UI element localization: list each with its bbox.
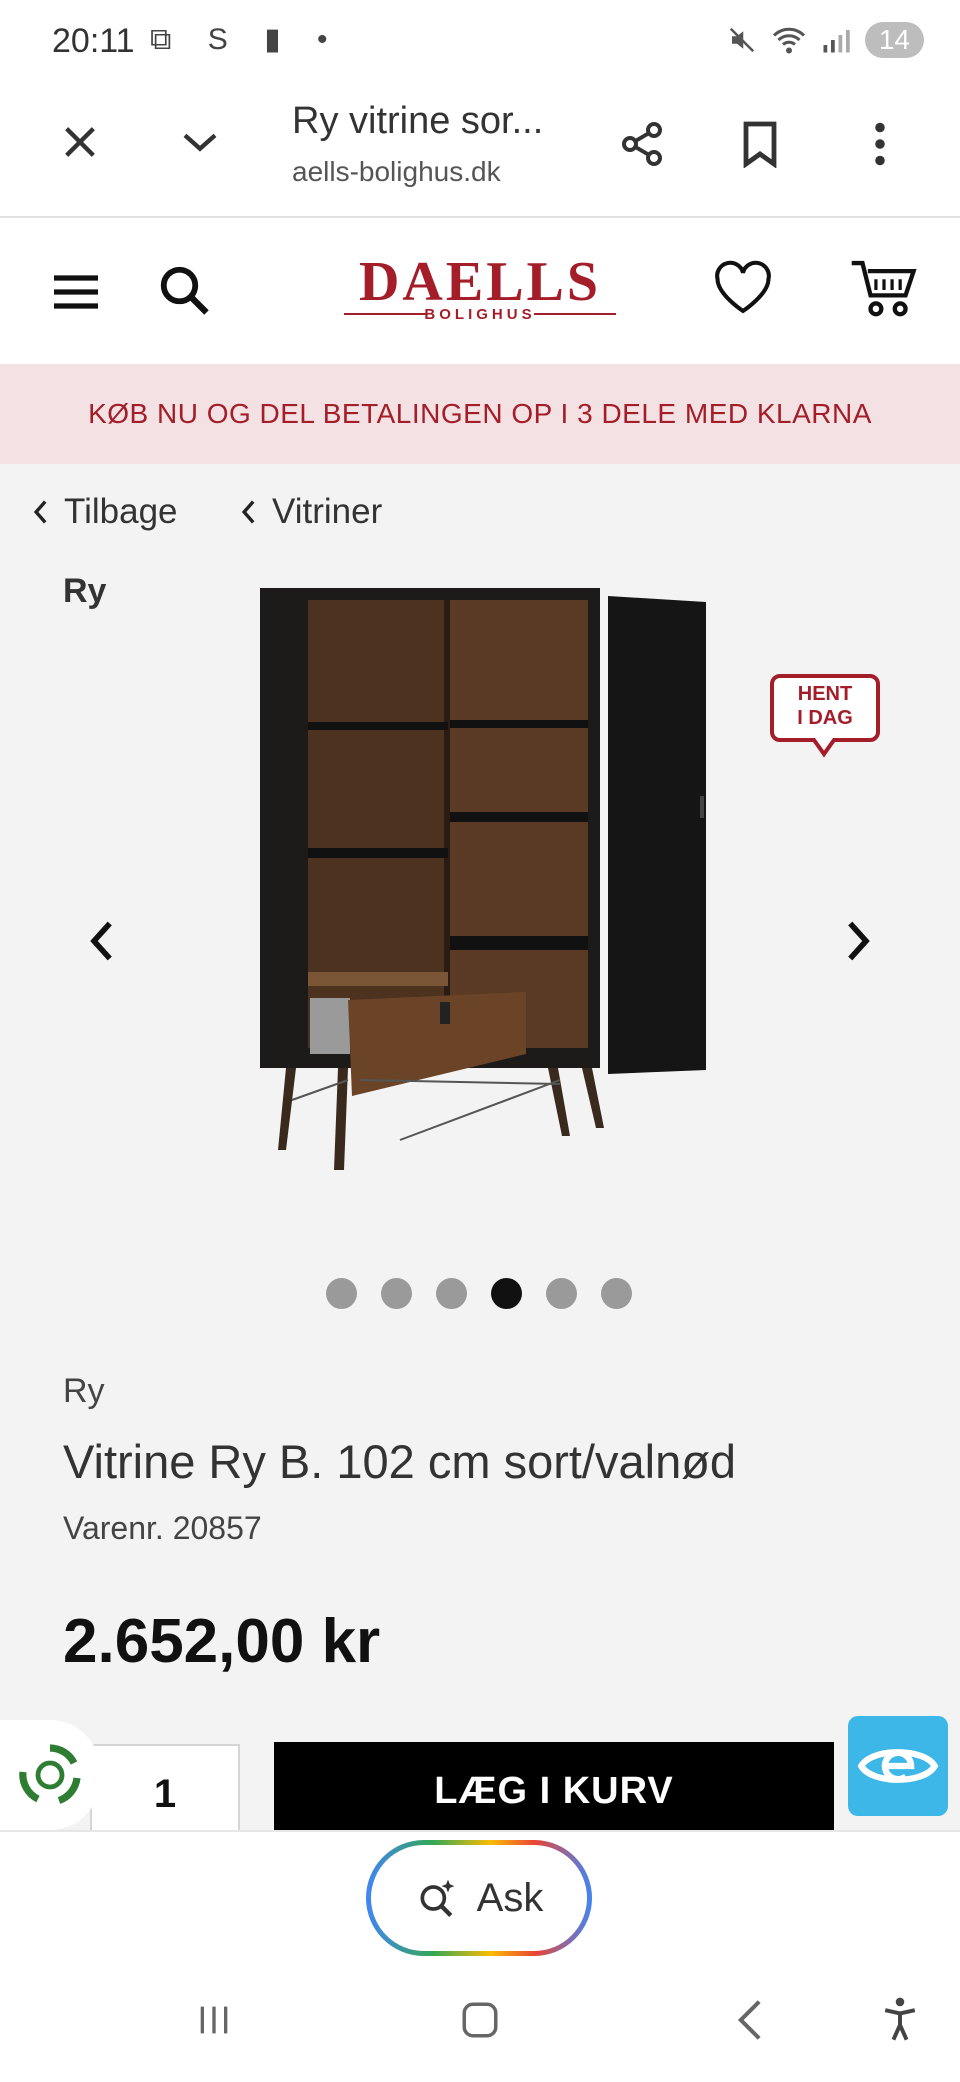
expand-toolbar-button[interactable] [176,118,224,166]
signal-icon [823,30,850,53]
bookmark-button[interactable] [736,118,784,170]
chevron-left-icon [90,921,112,961]
product-price: 2.652,00 kr [63,1607,381,1676]
heart-icon [715,260,771,314]
accessibility-icon [884,1997,916,2041]
sustainability-button[interactable] [0,1720,100,1830]
gallery-dot[interactable] [381,1278,412,1309]
gallery-brand-tag: Ry [63,572,107,610]
browser-page-title[interactable]: Ry vitrine sor... [292,100,543,143]
back-link[interactable]: Tilbage [30,492,178,532]
product-title: Vitrine Ry B. 102 cm sort/valnød [63,1435,737,1488]
browser-url[interactable]: aells-bolighus.dk [292,156,501,188]
add-to-cart-button[interactable]: LÆG I KURV [274,1742,834,1840]
product-brand[interactable]: Ry [63,1372,105,1411]
share-icon [622,122,662,166]
quantity-input[interactable]: 1 [90,1744,240,1844]
product-image[interactable] [240,580,730,1170]
breadcrumb-category-label: Vitriner [272,492,383,531]
site-logo[interactable]: DAELLS [340,250,620,314]
gallery-dot[interactable] [601,1278,632,1309]
gallery-pagination [326,1278,632,1309]
wishlist-button[interactable] [708,256,778,320]
home-icon [462,2002,498,2038]
wifi-icon [772,27,805,54]
chevron-left-icon [241,500,255,524]
more-vert-icon [875,122,885,166]
gallery-dot[interactable] [436,1278,467,1309]
accessibility-reader-button[interactable] [848,1716,948,1816]
hent-badge-line2: I DAG [797,707,853,729]
search-icon [160,266,209,315]
site-search-button[interactable] [154,260,214,320]
ask-assistant-button[interactable]: Ask [366,1840,592,1956]
home-button[interactable] [450,1990,510,2050]
more-options-button[interactable] [856,118,904,170]
klarna-promo-banner[interactable]: KØB NU OG DEL BETALINGEN OP I 3 DELE MED… [0,364,960,464]
chevron-left-icon [33,500,47,524]
battery-badge: 14 [864,22,924,58]
bookmark-icon [743,121,777,168]
gallery-dot-active[interactable] [491,1278,522,1309]
hent-badge-text: HENT I DAG [772,682,878,730]
share-button[interactable] [616,118,668,170]
chevron-right-icon [848,921,870,961]
breadcrumb-category[interactable]: Vitriner [238,492,382,532]
status-notification-icons: ⧉ S ▮ • [150,23,342,56]
product-sku: Varenr. 20857 [63,1510,262,1546]
close-icon [65,127,95,157]
recycle-icon [19,1744,81,1804]
accessibility-button[interactable] [870,1990,930,2050]
shopping-cart-icon [851,260,917,317]
menu-button[interactable] [48,264,104,320]
status-time: 20:11 [52,22,135,60]
promo-text: KØB NU OG DEL BETALINGEN OP I 3 DELE MED… [88,398,872,429]
chevron-down-icon [183,133,217,152]
back-icon [737,2000,761,2040]
gallery-dot[interactable] [546,1278,577,1309]
mute-icon [729,27,754,53]
hamburger-menu-icon [54,275,98,309]
ask-label: Ask [476,1875,544,1920]
hent-badge-line1: HENT [797,683,853,705]
status-right-icons: 14 [727,22,924,58]
gallery-dot[interactable] [326,1278,357,1309]
back-link-label: Tilbage [64,492,178,531]
recent-apps-icon [200,2006,228,2034]
eye-icon [857,1749,939,1783]
cart-button[interactable] [846,254,922,326]
site-logo-subtitle: BOLIGHUS [424,306,536,323]
sparkle-search-icon [420,1879,455,1917]
gallery-next-button[interactable] [836,914,882,968]
gallery-prev-button[interactable] [78,914,124,968]
back-button[interactable] [720,1990,780,2050]
close-tab-button[interactable] [56,118,104,166]
recent-apps-button[interactable] [184,1990,244,2050]
